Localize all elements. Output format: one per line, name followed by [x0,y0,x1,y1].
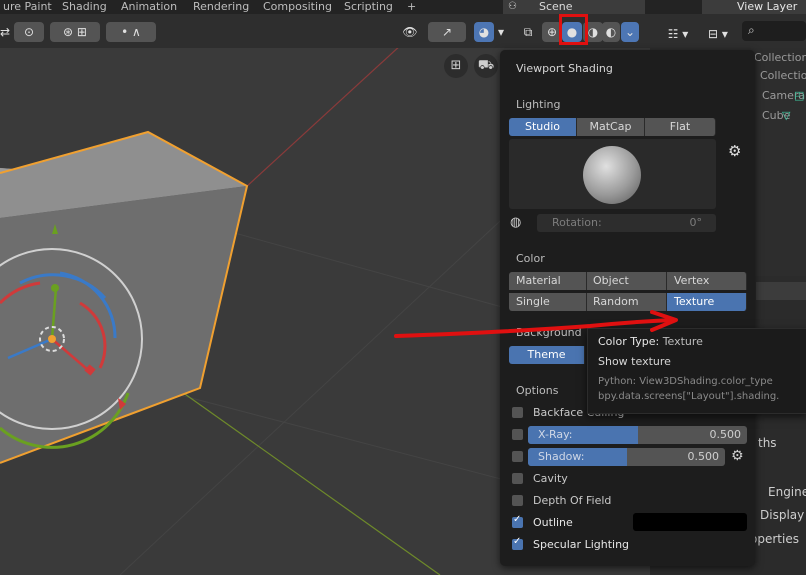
camera-view-icon[interactable]: ⛟ [474,54,498,78]
workspace-tab-bar: ure Paint Shading Animation Rendering Co… [0,0,806,14]
world-space-lighting-icon[interactable]: ◍ [510,215,521,230]
options-section-label: Options [516,384,559,397]
outliner-search-input[interactable]: ⌕ [742,21,806,41]
cube-front-face [0,186,247,463]
filter-icon[interactable]: ⊟ ▾ [700,24,736,44]
outline-label: Outline [533,516,573,529]
properties-fragment: operties [750,532,799,546]
backface-culling-checkbox[interactable] [512,407,523,418]
rendered-shading-icon[interactable]: ◐ [602,22,620,42]
rotation-label: Rotation: [552,216,602,229]
color-vertex-button[interactable]: Vertex [667,272,747,290]
cavity-label: Cavity [533,472,568,485]
color-texture-button[interactable]: Texture [667,293,747,311]
properties-fragment: ths [758,436,777,450]
lighting-section-label: Lighting [516,98,561,111]
overlays-dropdown-icon[interactable]: ▾ [495,22,507,42]
tab-shading[interactable]: Shading [59,0,110,14]
perspective-toggle-icon[interactable]: ⊞ [444,54,468,78]
properties-header [756,282,806,300]
mesh-data-icon: ▽ [782,109,791,122]
tab-compositing[interactable]: Compositing [260,0,335,14]
color-texture-label: Texture [674,295,715,308]
annotation-highlight-box [559,14,588,45]
rotation-field[interactable]: Rotation: 0° [537,214,716,232]
display-mode-icon[interactable]: ☷ ▾ [660,24,696,44]
popover-title: Viewport Shading [516,62,613,75]
color-object-button[interactable]: Object [587,272,667,290]
lighting-studio-button[interactable]: Studio [509,118,577,136]
tooltip-python-line2: bpy.data.screens["Layout"].shading. [598,391,780,402]
cavity-checkbox[interactable] [512,473,523,484]
viewport-shading-popover: Viewport Shading Lighting Studio MatCap … [500,50,755,566]
color-section-label: Color [516,252,545,265]
pivot-point-button[interactable]: ⊙ [14,22,44,42]
xray-alpha-slider[interactable]: X-Ray: 0.500 [528,426,747,444]
xray-label: X-Ray: [538,428,573,441]
shadow-label: Shadow: [538,450,585,463]
outline-color-swatch[interactable] [633,513,747,531]
add-workspace-button[interactable]: + [404,0,419,14]
properties-fragment: Engine: C [768,485,806,499]
rotation-value: 0° [689,216,703,229]
shadow-checkbox[interactable] [512,451,523,462]
xray-value: 0.500 [709,428,742,441]
color-single-button[interactable]: Single [509,293,587,311]
camera-data-icon: ◰ [794,89,805,102]
specular-lighting-label: Specular Lighting [533,538,630,551]
lighting-flat-button[interactable]: Flat [645,118,716,136]
search-icon: ⌕ [748,23,755,37]
annotation-arrow-shaft [394,318,674,338]
shadow-value: 0.500 [687,450,720,463]
color-material-button[interactable]: Material [509,272,587,290]
color-random-button[interactable]: Random [587,293,667,311]
shading-dropdown-icon[interactable]: ⌄ [621,22,639,42]
overlays-icon[interactable]: ◕ [474,22,494,42]
checkmark-icon: ✓ [513,536,522,547]
lighting-matcap-button[interactable]: MatCap [577,118,645,136]
scene-name: Scene [539,0,573,13]
tab-texture-paint[interactable]: ure Paint [0,0,55,14]
transform-orientation-icon[interactable]: ⇄ [0,22,10,42]
background-theme-button[interactable]: Theme [509,346,585,364]
color-object-label: Object [593,274,629,287]
shadow-slider[interactable]: Shadow: 0.500 [528,448,725,466]
specular-lighting-checkbox[interactable]: ✓ [512,536,523,550]
scene-selector[interactable]: ⚇ Scene [503,0,645,14]
checkmark-icon: ✓ [513,514,522,525]
view-layer-selector[interactable]: View Layer [702,0,806,14]
tooltip-python-line1: Python: View3DShading.color_type [598,376,773,387]
color-random-label: Random [593,295,639,308]
gizmo-z-handle [51,284,59,292]
x-axis-line [244,48,399,189]
color-single-label: Single [516,295,550,308]
outline-checkbox[interactable]: ✓ [512,514,523,528]
snap-toggle-button[interactable]: ⊛ ⊞ [50,22,100,42]
visibility-icon[interactable]: 👁 [395,22,425,42]
color-vertex-label: Vertex [674,274,710,287]
lighting-preview-sphere [583,146,641,204]
proportional-editing-button[interactable]: • ∧ [106,22,156,42]
annotation-arrow [394,310,678,338]
gizmo-toggle-button[interactable]: ↗ [428,22,466,42]
tooltip-description: Show texture [598,355,671,368]
xray-checkbox[interactable] [512,429,523,440]
tab-animation[interactable]: Animation [118,0,180,14]
depth-of-field-checkbox[interactable] [512,495,523,506]
view-layer-name: View Layer [737,0,798,13]
tab-rendering[interactable]: Rendering [190,0,252,14]
scene-icon: ⚇ [508,1,517,12]
xray-toggle-icon[interactable]: ⧉ [518,22,538,42]
object-origin [48,335,56,343]
depth-of-field-label: Depth Of Field [533,494,612,507]
shadow-settings-gear-icon[interactable]: ⚙ [731,448,744,464]
color-material-label: Material [516,274,561,287]
preferences-gear-icon[interactable]: ⚙ [728,142,741,160]
studio-light-preview[interactable] [509,139,716,209]
properties-fragment: Display [760,508,805,522]
tab-scripting[interactable]: Scripting [341,0,396,14]
